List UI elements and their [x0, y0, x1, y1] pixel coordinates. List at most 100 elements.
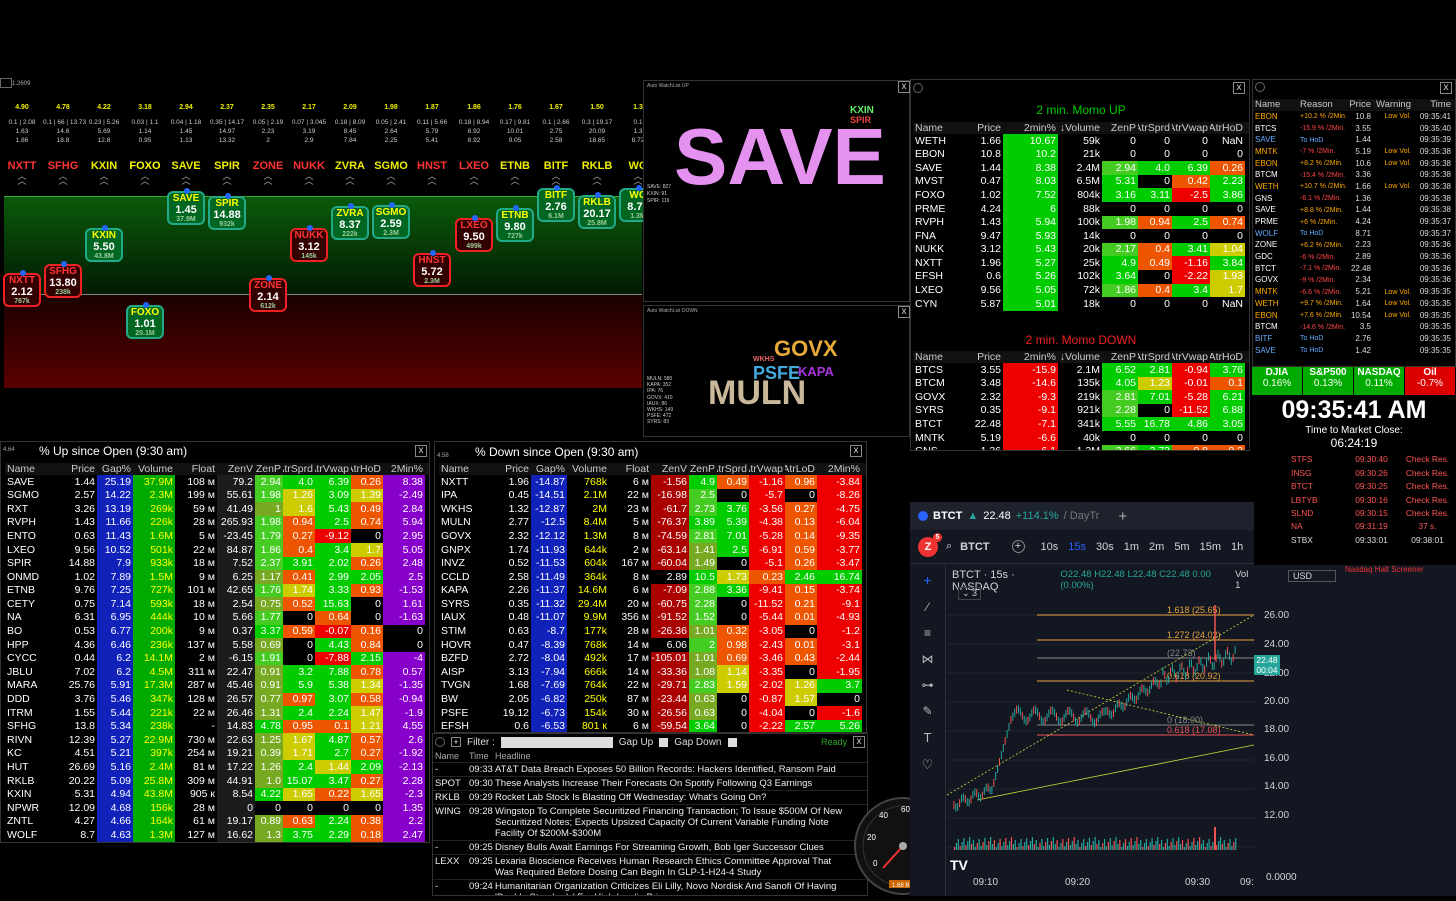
table-row[interactable]: INVZ 0.52 -11.53 604k 167 м -60.04 1.49 0 -5.1 0.…: [439, 556, 866, 571]
table-row[interactable]: RXT 3.26 13.19 269k 59 м 41.49 1 1.6 5.43 0.49 2.8…: [5, 502, 429, 516]
interval-15m[interactable]: 15m: [1200, 541, 1221, 553]
table-row[interactable]: HPP 4.36 6.46 236k 137 м 5.58 0.69 0 4.43 0.84 0: [5, 638, 429, 652]
table-row[interactable]: CYN 5.87 5.01 18k 0 0 0 NaN: [913, 297, 1249, 311]
column-header[interactable]: AtrVwap: [749, 464, 785, 475]
table-row[interactable]: LXEO 9.56 10.52 501k 22 м 84.87 1.86 0.4 3.4 1.7 5…: [5, 542, 429, 557]
column-header[interactable]: Float: [175, 464, 217, 475]
column-header[interactable]: ZenP: [1102, 352, 1138, 363]
alert-row[interactable]: GOVX -9 % /2Min. 2.34 09:35:36: [1253, 275, 1455, 287]
news-item[interactable]: SPOT 09:30 These Analysts Increase Their F…: [433, 777, 867, 791]
table-row[interactable]: BO 0.53 6.77 200k 9 м 0.37 3.37 0.59 -0.07 0.16 0: [5, 624, 429, 639]
table-row[interactable]: IAUX 0.48 -11.07 9.9M 356 м -91.52 1.52 0 -5.44 0…: [439, 610, 866, 625]
ticker-bubble[interactable]: ZONE 2.14 612k: [249, 275, 287, 312]
table-row[interactable]: BTCS 3.55 -15.9 2.1M 6.52 2.81 -0.94 3.76: [913, 363, 1249, 377]
column-header[interactable]: AtrSprd: [717, 464, 749, 475]
table-row[interactable]: FOXO 1.02 7.52 804k 3.16 3.11 -2.5 3.86: [913, 188, 1249, 202]
search-icon[interactable]: ⌕: [946, 540, 952, 553]
interval-10s[interactable]: 10s: [1041, 541, 1059, 553]
table-row[interactable]: SFHG 13.8 5.34 238k -14.83 4.78 0.95 0.1 1.21 4.5…: [5, 719, 429, 734]
table-row[interactable]: WETH 1.66 10.67 59k 0 0 0 NaN: [913, 134, 1249, 148]
column-header[interactable]: AtrSprd: [1138, 352, 1172, 363]
measure-icon[interactable]: ⊶: [910, 678, 945, 692]
alert-row[interactable]: GDC -6 % /2Min. 2.89 09:35:36: [1253, 251, 1455, 263]
ticker-bubble[interactable]: ETNB 9.80 727k: [496, 205, 534, 242]
halt-row[interactable]: INSG 09:30:26 Check Res.: [1289, 466, 1456, 479]
ticker-bubble[interactable]: KXIN 5.50 43.8M: [85, 225, 123, 262]
table-row[interactable]: EBON 10.8 10.2 21k 0 0 0 0: [913, 147, 1249, 162]
column-header[interactable]: ZenP: [1102, 123, 1138, 134]
interval-1h[interactable]: 1h: [1231, 541, 1243, 553]
column-header[interactable]: 2min%: [1003, 352, 1058, 363]
table-row[interactable]: JBLU 7.02 6.2 4.5M 311 м 22.47 0.91 3.2 7.88 0.78…: [5, 665, 429, 679]
table-row[interactable]: BW 2.05 -6.82 250k 87 м -23.44 0.63 0 -0.87 1.57 0: [439, 692, 866, 707]
column-header[interactable]: Price: [63, 464, 97, 475]
column-header[interactable]: Price: [973, 123, 1003, 134]
alert-row[interactable]: EBON +10.2 % /2Min. 10.8 Low Vol. 09:35:41: [1253, 111, 1455, 123]
ticker-bubble[interactable]: FOXO 1.01 20.1M: [126, 302, 164, 339]
settings-gear-icon[interactable]: [1255, 82, 1265, 92]
ticker-bubble[interactable]: ZVRA 8.37 222k: [331, 203, 369, 240]
alert-row[interactable]: BTCM -15.4 % /2Min. 3.36 09:35:38: [1253, 169, 1455, 181]
filter-input[interactable]: [500, 736, 613, 748]
column-header[interactable]: Price: [497, 464, 531, 475]
column-header[interactable]: Name: [913, 352, 973, 363]
column-header[interactable]: Reason: [1298, 100, 1348, 110]
alert-row[interactable]: ZONE +6.2 % /2Min. 2.23 09:35:36: [1253, 240, 1455, 252]
table-row[interactable]: NPWR 12.09 4.68 156k 28 м 0 0 0 0 0 1.35: [5, 801, 429, 815]
table-row[interactable]: FNA 9.47 5.93 14k 0 0 0 0: [913, 229, 1249, 243]
ticker-bubble[interactable]: SPIR 14.88 932k: [208, 193, 246, 230]
table-row[interactable]: IPA 0.45 -14.51 2.1M 22 м -16.98 2.5 0 -5.7 0 -8.2…: [439, 488, 866, 503]
table-row[interactable]: ONMD 1.02 7.89 1.5M 9 м 6.25 1.17 0.41 2.99 2.05 2…: [5, 570, 429, 584]
news-column-header[interactable]: Headline: [493, 751, 853, 761]
table-row[interactable]: GOVX 2.32 -12.12 1.3M 8 м -74.59 2.81 7.01 -5.28…: [439, 529, 866, 543]
column-header[interactable]: AtrLoD: [785, 464, 817, 475]
column-header[interactable]: Name: [439, 464, 497, 475]
table-row[interactable]: ITRM 1.55 5.44 221k 22 м 26.46 1.31 2.4 2.24 1.47…: [5, 706, 429, 720]
table-row[interactable]: CYCC 0.44 6.2 14.1M 2 м -6.15 1.91 0 -7.88 2.15 -4: [5, 651, 429, 666]
settings-gear-icon[interactable]: [435, 737, 445, 747]
index-tile[interactable]: NASDAQ 0.11%: [1354, 367, 1405, 395]
alert-row[interactable]: SAVE To HoD 1.44 09:35:39: [1253, 134, 1455, 146]
gap-down-checkbox[interactable]: [727, 737, 737, 747]
compare-plus-icon[interactable]: +: [1011, 540, 1025, 553]
column-header[interactable]: Float: [609, 464, 651, 475]
news-item[interactable]: WING 09:28 Wingstop To Complete Securitize…: [433, 805, 867, 841]
close-icon[interactable]: x: [850, 445, 862, 457]
column-header[interactable]: ↓Volume: [1058, 352, 1102, 363]
table-row[interactable]: KAPA 2.26 -11.37 14.6M 6 м -7.09 2.88 3.36 -9.41…: [439, 583, 866, 598]
ticker-bubble[interactable]: NUKK 3.12 145k: [290, 225, 328, 262]
column-header[interactable]: ZenP: [255, 464, 283, 475]
ticker-bubble[interactable]: SGMO 2.59 2.3M: [372, 202, 410, 239]
table-row[interactable]: SAVE 1.44 25.19 37.9M 108 м 79.2 2.94 4.0 6.39 0.…: [5, 475, 429, 489]
alert-row[interactable]: PRME +6 % /2Min. 4.24 09:35:37: [1253, 216, 1455, 228]
alert-row[interactable]: WETH +9.7 % /2Min. 1.64 Low Vol. 09:35:35: [1253, 298, 1455, 310]
table-row[interactable]: BTCM 3.48 -14.6 135k 4.05 1.23 -0.01 0.1: [913, 376, 1249, 391]
table-row[interactable]: BZFD 2.72 -8.04 492k 17 м -105.01 1.01 0.69 -3.4…: [439, 651, 866, 666]
column-header[interactable]: 2Min%: [383, 464, 425, 475]
table-row[interactable]: SYRS 0.35 -9.1 921k 2.28 0 -11.52 6.88: [913, 403, 1249, 418]
table-row[interactable]: ZNTL 4.27 4.66 164k 61 м 19.17 0.89 0.63 2.24 0.3…: [5, 814, 429, 829]
column-header[interactable]: AtrSprd: [283, 464, 315, 475]
add-filter-button[interactable]: +: [451, 737, 461, 747]
trend-line[interactable]: [1066, 689, 1254, 736]
column-header[interactable]: Name: [5, 464, 63, 475]
alert-row[interactable]: SAVE +8.8 % /2Min. 1.44 09:35:38: [1253, 205, 1455, 217]
news-item[interactable]: LEXX 09:25 Lexaria Bioscience Receives Hum…: [433, 855, 867, 880]
trend-line[interactable]: [976, 744, 1254, 801]
table-row[interactable]: GOVX 2.32 -9.3 219k 2.81 7.01 -5.28 6.21: [913, 390, 1249, 404]
column-header[interactable]: AtrSprd: [1138, 123, 1172, 134]
table-row[interactable]: SGMO 2.57 14.22 2.3M 199 м 55.61 1.98 1.26 3.09 1…: [5, 488, 429, 503]
fib-icon[interactable]: ≡: [910, 626, 945, 640]
halt-row[interactable]: SLND 09:30:15 Check Res.: [1289, 507, 1456, 520]
column-header[interactable]: Gap%: [531, 464, 567, 475]
table-row[interactable]: WKHS 1.32 -12.87 2M 23 м -61.7 2.73 3.76 -3.56 0.…: [439, 502, 866, 516]
table-row[interactable]: EFSH 0.6 5.26 102k 3.64 0 -2.22 1.93: [913, 269, 1249, 284]
alert-row[interactable]: EBON +7.6 % /2Min. 10.54 Low Vol. 09:35:35: [1253, 310, 1455, 322]
tab-symbol[interactable]: BTCT: [933, 510, 962, 522]
brush-icon[interactable]: ✎: [910, 704, 945, 718]
crosshair-icon[interactable]: +: [910, 572, 945, 588]
news-item[interactable]: - 09:25 Disney Bulls Await Earnings For St…: [433, 841, 867, 855]
table-row[interactable]: MARA 25.76 5.91 17.3M 287 м 45.46 0.91 5.9 5.38 1…: [5, 678, 429, 693]
table-row[interactable]: ETNB 9.76 7.25 727k 101 м 42.65 1.76 1.74 3.33 0.…: [5, 583, 429, 598]
settings-gear-icon[interactable]: [913, 83, 923, 93]
